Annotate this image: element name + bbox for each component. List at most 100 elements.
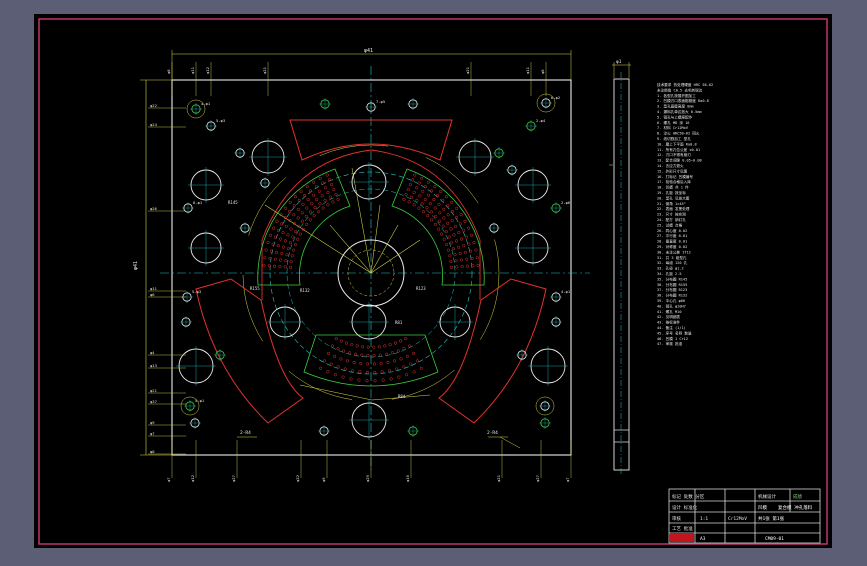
- technical-note: 12. 刃口不得有崩刃: [657, 152, 691, 157]
- technical-note: 40. 销孔 φ10H7: [657, 303, 686, 308]
- technical-note: 11. 所有孔位公差 ±0.01: [657, 147, 700, 152]
- hole-label: 2-φ4: [536, 118, 546, 123]
- side-width-dim: φ1: [616, 59, 622, 65]
- bottom-dim-label: φ10: [405, 474, 410, 482]
- drawing-sheet: [34, 14, 832, 548]
- overall-width-dim: φ41: [364, 48, 373, 54]
- title-block-row: 设计 标准化: [672, 504, 698, 511]
- technical-note: 38. 分布圆 R132: [657, 293, 687, 298]
- technical-note: 35. 分布圆 R145: [657, 276, 687, 281]
- hole-label: 5-φ3: [192, 289, 201, 294]
- part-name: 凹模: [758, 504, 767, 511]
- technical-note: 18. 凹模 共 1 件: [657, 185, 689, 190]
- hole-label: 4-φ1: [561, 289, 571, 294]
- hole-label: 5-φ3: [216, 118, 225, 123]
- cad-viewport[interactable]: 标记 处数 分区 设计 标准化 审核 工艺 批准 机械设计 成绩 凹模 复合模 …: [0, 0, 867, 562]
- left-dim-label: φ37: [150, 399, 157, 404]
- technical-note: 36. 分布圆 R155: [657, 282, 687, 287]
- technical-note: 13. 配合间隙 0.05~0.08: [657, 158, 702, 163]
- technical-note: 28. 垂直度 0.01: [657, 239, 687, 244]
- top-dim-label: φ12: [205, 67, 210, 74]
- left-dim-label: φ9: [150, 420, 155, 425]
- bottom-dim-label: φ29: [365, 474, 370, 482]
- left-dim-label: φ8: [150, 449, 155, 454]
- left-dim-label: φ4: [150, 350, 155, 355]
- technical-note: 26. 同心度 0.02: [657, 228, 687, 233]
- technical-note: 41. 螺孔 M10: [657, 309, 682, 314]
- technical-note: 45. 序号 名称 数量: [657, 330, 692, 335]
- technical-note: 16. 打标记 凹模编号: [657, 174, 693, 179]
- technical-note: 技术要求 热处理硬度 HRC 58-62: [657, 82, 713, 87]
- technical-note: 33. 孔径 φ1.2: [657, 266, 684, 271]
- left-dim-label: φ21: [150, 388, 158, 393]
- technical-note: 43. 按标准件: [657, 320, 680, 325]
- hole-label: 4-φ1: [201, 101, 211, 106]
- top-dim-label: φ21: [465, 66, 470, 74]
- technical-note: 24. 配打 销钉孔: [657, 217, 686, 222]
- title-block-company: 机械设计: [758, 493, 776, 500]
- top-dim-label: φ21: [262, 66, 267, 74]
- technical-note: 46. 凹模 1 Cr12: [657, 336, 688, 341]
- technical-note: 19. 孔距 按坐标: [657, 190, 686, 195]
- title-block-row: 工艺 批准: [672, 525, 693, 532]
- left-radius-label: 2-R4: [240, 430, 251, 436]
- radius-dim-label: R155: [250, 286, 260, 291]
- left-dim-label: φ13: [150, 363, 157, 368]
- technical-note: 5. 销孔与上模座配作: [657, 114, 693, 119]
- left-dim-label: φ26: [150, 206, 158, 211]
- top-dim-label: φ11: [525, 66, 530, 74]
- technical-note: 34. 孔距 2.5: [657, 271, 682, 276]
- left-dim-label: φ22: [150, 103, 157, 108]
- bottom-dim-label: φ7: [565, 477, 570, 482]
- top-dim-label: φ8: [166, 69, 171, 74]
- technical-note: 17. 检验合格后入库: [657, 179, 691, 184]
- technical-note: 23. 尺寸 按实测: [657, 212, 686, 217]
- company-logo: [670, 533, 694, 542]
- radius-dim-label: R81: [395, 320, 403, 325]
- technical-note: 6. 螺孔 M8 深 16: [657, 120, 689, 125]
- technical-note: 21. 倒角 1×45°: [657, 201, 686, 206]
- title-block-row: 审核: [672, 515, 681, 522]
- title-block-row: 标记 处数 分区: [672, 493, 705, 500]
- bottom-dim-label: φ22: [295, 475, 300, 482]
- title-block-school: 成绩: [793, 493, 802, 500]
- technical-note: 14. 去应力退火: [657, 163, 684, 168]
- technical-note: 未注倒角 C0.5 去毛刺锐边: [657, 87, 703, 92]
- technical-note: 27. 平行度 0.01: [657, 233, 687, 238]
- technical-note: 7. 材料 Cr12MoV: [657, 125, 689, 130]
- title-block-mark: A3: [700, 536, 706, 542]
- bottom-dim-label: φ27: [231, 475, 236, 482]
- bottom-dim-label: φ9: [321, 477, 326, 482]
- top-dim-label: φ11: [190, 66, 195, 74]
- left-dim-label: φ6: [150, 292, 155, 297]
- right-radius-label: 2-R4: [487, 430, 498, 436]
- technical-note: 25. 试模 合格: [657, 222, 683, 227]
- technical-note: 1. 各型孔按展开图加工: [657, 93, 696, 98]
- top-dim-label: φ8: [540, 69, 545, 74]
- bottom-dim-label: φ27: [535, 475, 540, 482]
- radius-dim-label: R123: [416, 286, 426, 291]
- technical-note: 29. 对称度 0.02: [657, 244, 687, 249]
- bottom-dim-label: φ7: [166, 477, 171, 482]
- radius-dim-label: R132: [300, 288, 310, 293]
- left-dim-label: φ24: [150, 122, 158, 127]
- technical-note: 9. 线切割加工 型孔: [657, 136, 691, 141]
- technical-note: 44. 备注 (1/1): [657, 325, 686, 330]
- technical-note: 15. 外形尺寸见图: [657, 168, 688, 173]
- technical-note: 22. 表面 发黑处理: [657, 206, 690, 211]
- technical-note: 31. 共 3 组型孔: [657, 255, 687, 260]
- hole-label: 5-φ1: [195, 398, 205, 403]
- technical-note: 8. 淬火 HRC58~62 回火: [657, 131, 700, 136]
- technical-note: 47. 审核 批准: [657, 341, 683, 346]
- radius-dim-label: R145: [228, 200, 238, 205]
- hole-label: 2-φ6: [561, 200, 571, 205]
- technical-note: 3. 型孔直壁高度 8mm: [657, 104, 694, 109]
- part-subtitle: 复合模 冲孔落料: [778, 504, 813, 511]
- technical-note: 4. 漏料孔单边放大 0.5mm: [657, 109, 702, 114]
- technical-note: 10. 磨上下平面 Ra0.8: [657, 141, 697, 146]
- technical-note: 20. 型孔 见放大图: [657, 195, 690, 200]
- hole-label: 7-φ5: [376, 99, 385, 104]
- scale-value: 1:1: [700, 516, 708, 522]
- bottom-dim-label: φ21: [496, 474, 501, 482]
- technical-note: 2. 凹模刃口表面粗糙度 Ra0.8: [657, 98, 709, 103]
